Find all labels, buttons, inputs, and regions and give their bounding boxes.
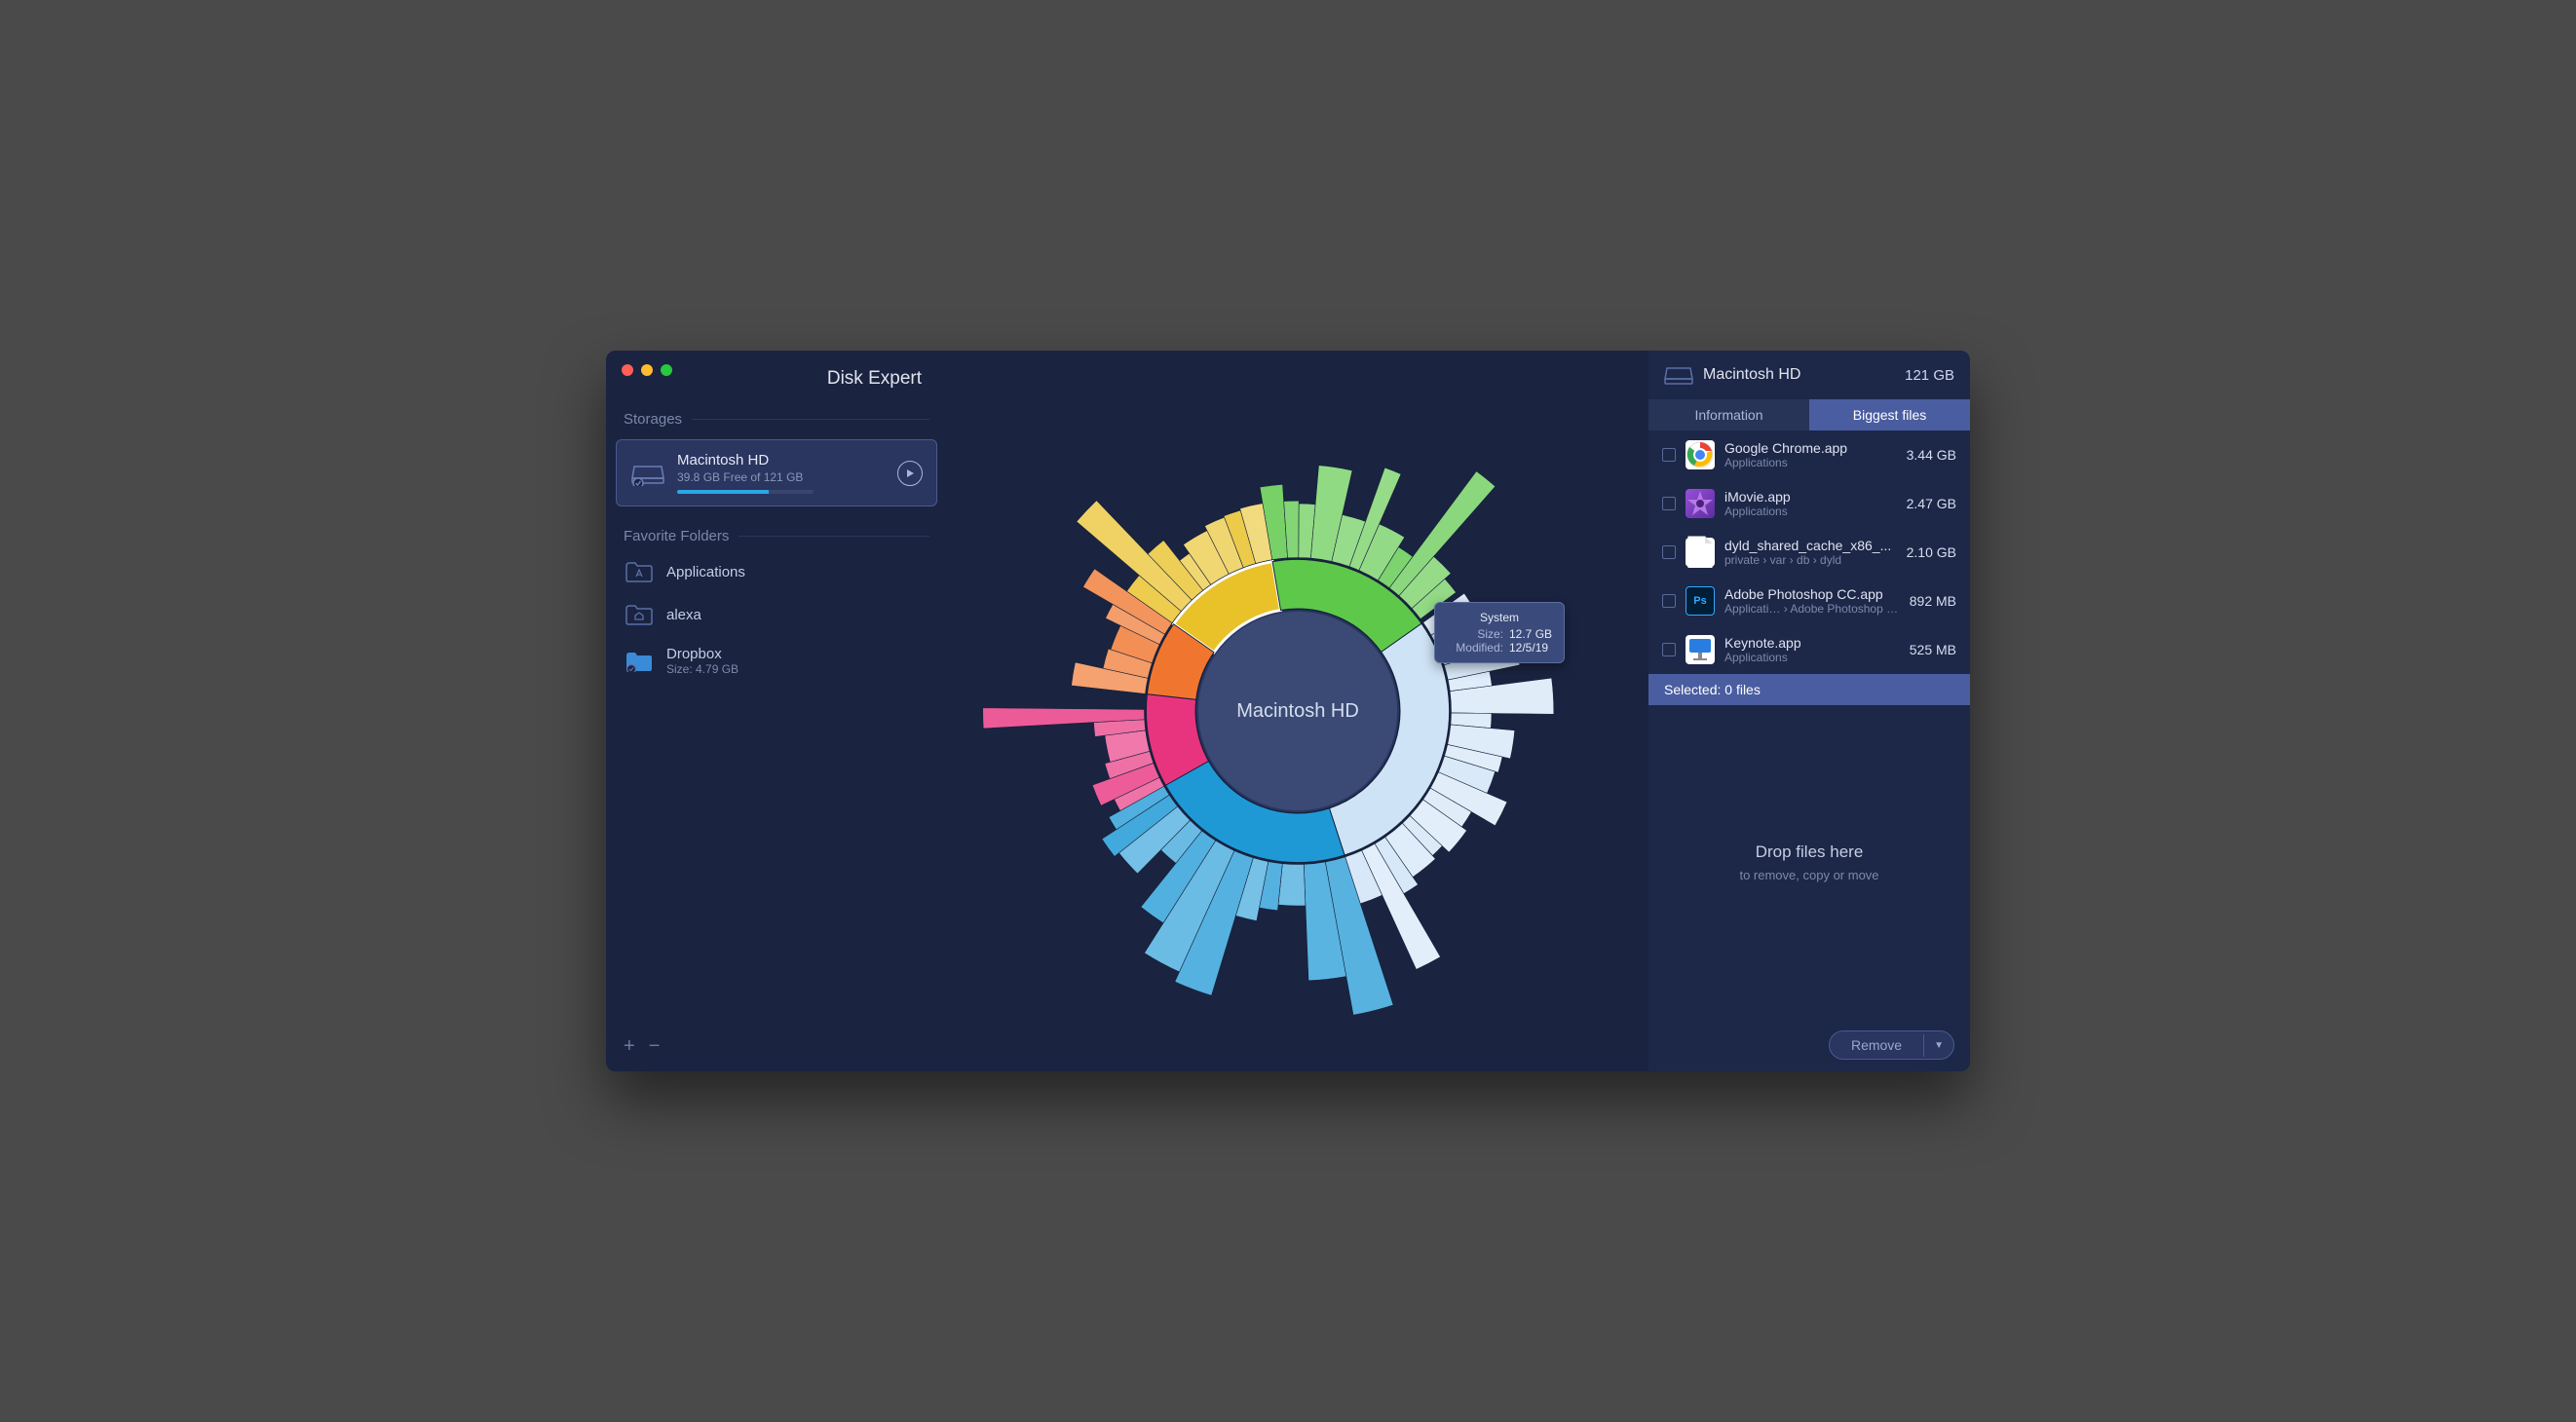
biggest-files-list: Google Chrome.appApplications3.44 GBiMov…: [1648, 430, 1970, 674]
tooltip-modified-value: 12/5/19: [1509, 641, 1548, 655]
selected-count-bar: Selected: 0 files: [1648, 674, 1970, 705]
file-name: dyld_shared_cache_x86_...: [1724, 538, 1897, 553]
favorite-name: Dropbox: [666, 646, 739, 662]
file-name: Adobe Photoshop CC.app: [1724, 586, 1900, 602]
file-size: 525 MB: [1910, 642, 1956, 657]
keynote-app-icon: [1686, 635, 1715, 664]
tooltip-size-value: 12.7 GB: [1509, 627, 1552, 641]
drop-zone-subtitle: to remove, copy or move: [1739, 868, 1878, 882]
remove-button-label: Remove: [1830, 1031, 1923, 1059]
drop-zone-title: Drop files here: [1756, 842, 1864, 862]
right-panel-disk-name: Macintosh HD: [1703, 366, 1895, 384]
storage-usage-bar: [677, 490, 814, 494]
favorite-folder-dropbox[interactable]: Dropbox Size: 4.79 GB: [606, 636, 947, 686]
right-panel-disk-size: 121 GB: [1905, 367, 1954, 384]
file-row[interactable]: Keynote.appApplications 525 MB: [1648, 625, 1970, 674]
favorites-label: Favorite Folders: [624, 528, 729, 544]
file-checkbox[interactable]: [1662, 643, 1676, 656]
right-panel: Macintosh HD 121 GB Information Biggest …: [1648, 351, 1970, 1071]
file-path: private › var › db › dyld: [1724, 553, 1897, 567]
file-name: iMovie.app: [1724, 489, 1897, 505]
favorite-sub: Size: 4.79 GB: [666, 662, 739, 676]
tooltip-modified-key: Modified:: [1447, 641, 1503, 655]
scan-button[interactable]: [897, 461, 923, 486]
minimize-window-button[interactable]: [641, 364, 653, 376]
tooltip-size-key: Size:: [1447, 627, 1503, 641]
file-size: 2.10 GB: [1907, 544, 1956, 560]
home-folder-icon: [625, 603, 653, 626]
file-path: Applications: [1724, 505, 1897, 518]
sidebar: Disk Expert Storages Macintosh HD 39.8 G…: [606, 351, 947, 1071]
imovie-app-icon: [1686, 489, 1715, 518]
storages-header: Storages: [606, 405, 947, 433]
storage-info: Macintosh HD 39.8 GB Free of 121 GB: [677, 452, 886, 494]
file-path: Applications: [1724, 456, 1897, 469]
applications-folder-icon: [625, 560, 653, 583]
file-size: 3.44 GB: [1907, 447, 1956, 463]
file-meta: dyld_shared_cache_x86_...private › var ›…: [1724, 538, 1897, 567]
chrome-app-icon: [1686, 440, 1715, 469]
file-meta: Keynote.appApplications: [1724, 635, 1900, 664]
file-row[interactable]: Ps Adobe Photoshop CC.appApplicati… › Ado…: [1648, 577, 1970, 625]
favorite-name: alexa: [666, 607, 701, 623]
favorites-header: Favorite Folders: [606, 522, 947, 550]
tooltip-title: System: [1447, 611, 1552, 624]
divider: [692, 419, 929, 420]
dropbox-folder-icon: [625, 650, 653, 673]
file-path: Applications: [1724, 651, 1900, 664]
file-meta: Adobe Photoshop CC.appApplicati… › Adobe…: [1724, 586, 1900, 616]
remove-favorite-button[interactable]: −: [649, 1035, 661, 1058]
file-meta: Google Chrome.appApplications: [1724, 440, 1897, 469]
sunburst-chart[interactable]: [957, 370, 1639, 1052]
file-meta: iMovie.appApplications: [1724, 489, 1897, 518]
storages-label: Storages: [624, 411, 682, 428]
drop-zone[interactable]: Drop files here to remove, copy or move: [1648, 705, 1970, 1019]
zoom-window-button[interactable]: [661, 364, 672, 376]
right-panel-header: Macintosh HD 121 GB: [1648, 351, 1970, 399]
file-row[interactable]: iMovie.appApplications 2.47 GB: [1648, 479, 1970, 528]
file-checkbox[interactable]: [1662, 594, 1676, 608]
storage-subtitle: 39.8 GB Free of 121 GB: [677, 470, 886, 484]
storage-card-macintosh-hd[interactable]: Macintosh HD 39.8 GB Free of 121 GB: [616, 439, 937, 506]
file-size: 892 MB: [1910, 593, 1956, 609]
disk-icon: [630, 461, 665, 486]
favorite-name: Applications: [666, 564, 745, 580]
file-row[interactable]: Google Chrome.appApplications 3.44 GB: [1648, 430, 1970, 479]
remove-button-dropdown[interactable]: ▼: [1923, 1034, 1953, 1057]
tab-information[interactable]: Information: [1648, 399, 1809, 430]
file-size: 2.47 GB: [1907, 496, 1956, 511]
file-name: Keynote.app: [1724, 635, 1900, 651]
tabs: Information Biggest files: [1648, 399, 1970, 430]
app-window: Disk Expert Storages Macintosh HD 39.8 G…: [606, 351, 1970, 1071]
file-name: Google Chrome.app: [1724, 440, 1897, 456]
close-window-button[interactable]: [622, 364, 633, 376]
file-checkbox[interactable]: [1662, 545, 1676, 559]
storage-name: Macintosh HD: [677, 452, 886, 468]
blank-app-icon: [1686, 538, 1715, 567]
remove-button[interactable]: Remove ▼: [1829, 1030, 1954, 1060]
file-checkbox[interactable]: [1662, 497, 1676, 510]
file-path: Applicati… › Adobe Photoshop CC: [1724, 602, 1900, 616]
favorite-folder-applications[interactable]: Applications: [606, 550, 947, 593]
file-row[interactable]: dyld_shared_cache_x86_...private › var ›…: [1648, 528, 1970, 577]
sidebar-footer: + −: [606, 1022, 947, 1071]
tab-biggest-files[interactable]: Biggest files: [1809, 399, 1970, 430]
disk-icon: [1664, 364, 1693, 386]
segment-tooltip: System Size: 12.7 GB Modified: 12/5/19: [1434, 602, 1565, 663]
favorite-folder-alexa[interactable]: alexa: [606, 593, 947, 636]
add-favorite-button[interactable]: +: [624, 1035, 635, 1058]
divider: [739, 536, 929, 537]
window-controls: [622, 364, 672, 376]
right-panel-footer: Remove ▼: [1648, 1019, 1970, 1071]
sunburst-area: Macintosh HD System Size:12.7 GB Modifie…: [947, 351, 1648, 1071]
ps-app-icon: Ps: [1686, 586, 1715, 616]
file-checkbox[interactable]: [1662, 448, 1676, 462]
